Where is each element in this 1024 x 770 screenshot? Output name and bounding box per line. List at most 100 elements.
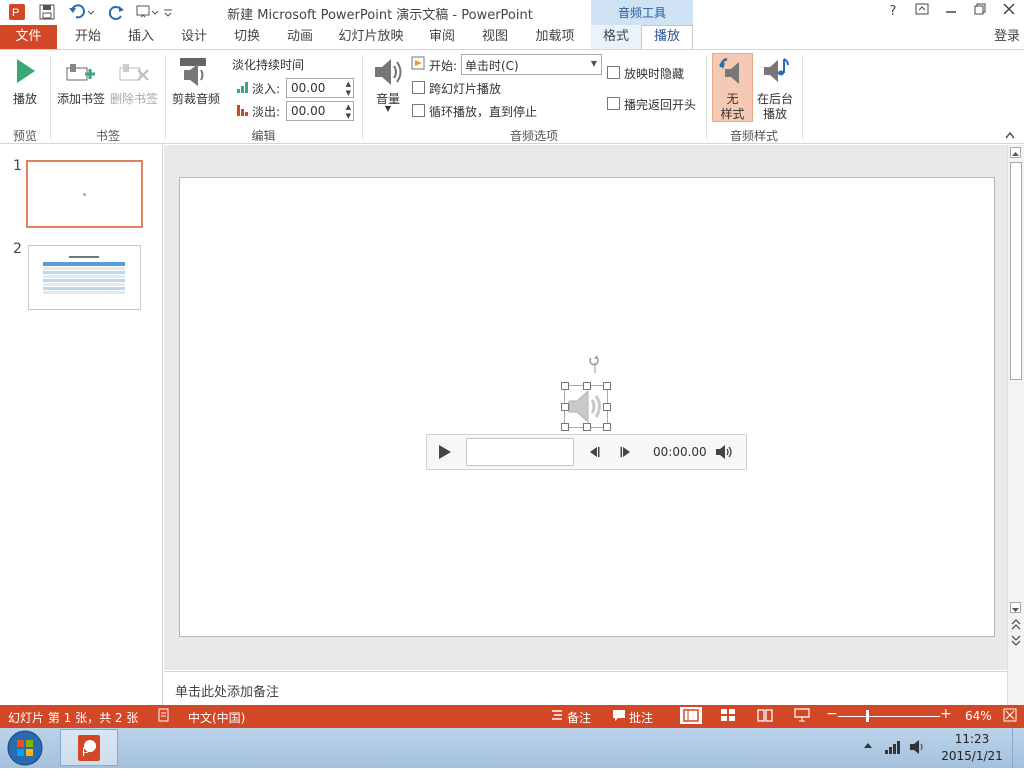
notes-icon[interactable] (550, 708, 564, 725)
resize-handle[interactable] (603, 403, 611, 411)
tab-addins[interactable]: 加载项 (524, 25, 586, 49)
spin-down-icon[interactable]: ▼ (346, 89, 351, 97)
normal-view-icon[interactable] (680, 707, 702, 724)
windows-start-icon[interactable] (5, 729, 45, 767)
tab-insert[interactable]: 插入 (116, 25, 166, 49)
sign-in-link[interactable]: 登录 (994, 25, 1020, 49)
tab-transitions[interactable]: 切换 (222, 25, 272, 49)
next-slide-icon[interactable] (1011, 635, 1021, 650)
tab-view[interactable]: 视图 (470, 25, 520, 49)
hide-during-show-label[interactable]: 放映时隐藏 (624, 65, 714, 82)
customize-qat-icon[interactable] (162, 3, 174, 21)
clock-date[interactable]: 2015/1/21 (938, 749, 1006, 763)
slide-thumbnail-2[interactable] (28, 245, 141, 310)
resize-handle[interactable] (561, 423, 569, 431)
player-seek-back-icon[interactable] (587, 445, 601, 462)
start-from-beginning-icon[interactable] (134, 3, 160, 21)
tab-playback[interactable]: 播放 (641, 25, 693, 49)
chevron-down-icon[interactable]: ▼ (591, 59, 597, 68)
volume-dropdown-arrow-icon[interactable]: ▼ (368, 104, 408, 113)
resize-handle[interactable] (603, 382, 611, 390)
network-icon[interactable] (884, 739, 902, 758)
resize-handle[interactable] (583, 382, 591, 390)
volume-icon[interactable] (372, 56, 404, 88)
minimize-icon[interactable] (938, 2, 964, 22)
notes-pane[interactable]: 单击此处添加备注 (164, 671, 1007, 705)
zoom-slider-track[interactable] (838, 716, 940, 717)
resize-handle[interactable] (583, 423, 591, 431)
notes-placeholder[interactable]: 单击此处添加备注 (175, 681, 279, 700)
fade-in-stepper[interactable]: 00.00 ▲ ▼ (286, 78, 354, 98)
undo-icon[interactable] (66, 3, 96, 21)
zoom-percent[interactable]: 64% (965, 709, 992, 723)
play-background-label-line2[interactable]: 播放 (754, 105, 796, 122)
scroll-up-icon[interactable] (1010, 147, 1021, 158)
speaker-tray-icon[interactable] (909, 739, 927, 758)
rotate-handle-icon[interactable] (580, 353, 610, 373)
slide-sorter-view-icon[interactable] (720, 708, 736, 725)
redo-icon[interactable] (106, 3, 128, 21)
rewind-checkbox[interactable] (607, 97, 620, 110)
play-button-label[interactable]: 播放 (5, 90, 45, 107)
spin-down-icon[interactable]: ▼ (346, 112, 351, 120)
taskbar-powerpoint-button[interactable]: P (60, 729, 118, 766)
trim-audio-button-label[interactable]: 剪裁音频 (168, 90, 224, 107)
player-volume-icon[interactable] (715, 444, 733, 463)
player-play-icon[interactable] (437, 443, 453, 464)
play-in-background-icon[interactable] (762, 55, 790, 87)
tab-design[interactable]: 设计 (168, 25, 220, 49)
collapse-ribbon-icon[interactable] (1004, 129, 1016, 139)
scroll-thumb[interactable] (1010, 162, 1022, 380)
tab-animations[interactable]: 动画 (274, 25, 326, 49)
tab-home[interactable]: 开始 (62, 25, 114, 49)
spelling-check-icon[interactable] (157, 708, 171, 725)
save-icon[interactable] (36, 3, 58, 21)
play-icon[interactable] (12, 56, 38, 86)
player-seek-forward-icon[interactable] (619, 445, 633, 462)
slide-show-view-icon[interactable] (794, 708, 810, 725)
scroll-down-icon[interactable] (1010, 602, 1021, 613)
language-status[interactable]: 中文(中国) (188, 709, 245, 726)
current-slide-canvas[interactable]: 00:00.00 (179, 177, 995, 637)
hide-during-show-checkbox[interactable] (607, 66, 620, 79)
show-desktop-button[interactable] (1012, 728, 1024, 768)
tab-slide-show[interactable]: 幻灯片放映 (330, 25, 412, 49)
vertical-scrollbar[interactable] (1007, 145, 1024, 705)
tray-expand-icon[interactable] (862, 740, 874, 755)
audio-object-selection[interactable] (561, 382, 611, 431)
loop-label[interactable]: 循环播放，直到停止 (429, 103, 569, 120)
zoom-out-icon[interactable]: − (826, 706, 838, 722)
trim-audio-icon[interactable] (178, 56, 210, 88)
comments-toggle-label[interactable]: 批注 (629, 709, 653, 726)
add-bookmark-button-label[interactable]: 添加书签 (55, 90, 107, 107)
clock-time[interactable]: 11:23 (944, 732, 1000, 746)
resize-handle[interactable] (603, 423, 611, 431)
slide-thumbnail-1[interactable] (26, 160, 143, 228)
zoom-slider-thumb[interactable] (866, 710, 869, 722)
notes-toggle-label[interactable]: 备注 (567, 709, 591, 726)
cross-slides-checkbox[interactable] (412, 81, 425, 94)
zoom-in-icon[interactable]: + (940, 706, 952, 722)
add-bookmark-icon[interactable] (65, 60, 97, 86)
fade-out-stepper[interactable]: 00.00 ▲ ▼ (286, 101, 354, 121)
resize-handle[interactable] (561, 403, 569, 411)
rewind-label[interactable]: 播完返回开头 (624, 96, 714, 113)
restore-icon[interactable] (967, 2, 993, 22)
cross-slides-label[interactable]: 跨幻灯片播放 (429, 80, 549, 97)
start-dropdown[interactable]: 单击时(C) ▼ (461, 54, 602, 75)
comments-icon[interactable] (612, 708, 626, 725)
previous-slide-icon[interactable] (1011, 619, 1021, 634)
spin-up-icon[interactable]: ▲ (346, 103, 351, 111)
ribbon-display-options-icon[interactable] (909, 2, 935, 22)
tab-review[interactable]: 审阅 (416, 25, 468, 49)
resize-handle[interactable] (561, 382, 569, 390)
player-progress-bar[interactable] (466, 438, 574, 466)
powerpoint-app-icon[interactable]: P (6, 3, 28, 21)
help-button[interactable]: ? (880, 2, 906, 22)
reading-view-icon[interactable] (757, 708, 773, 725)
spin-up-icon[interactable]: ▲ (346, 80, 351, 88)
tab-file[interactable]: 文件 (0, 25, 57, 49)
loop-checkbox[interactable] (412, 104, 425, 117)
close-icon[interactable] (996, 2, 1022, 22)
fit-to-window-icon[interactable] (1003, 708, 1017, 725)
